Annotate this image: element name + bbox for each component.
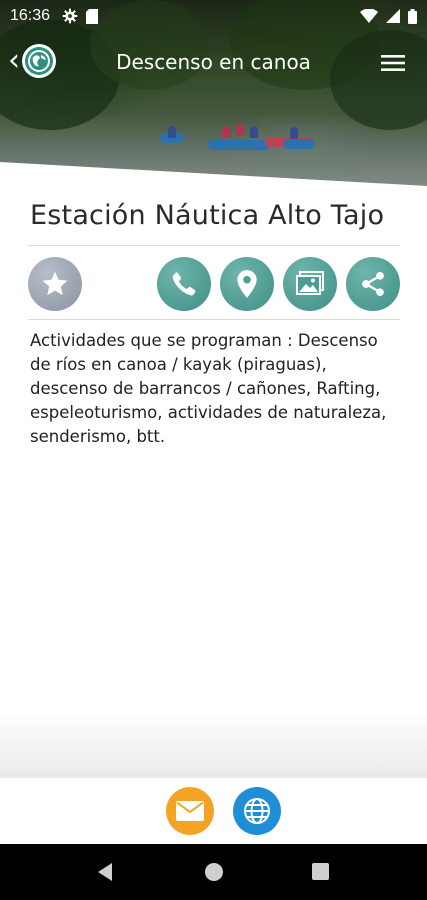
envelope-icon (176, 801, 204, 821)
divider (28, 245, 400, 246)
home-circle-icon[interactable] (205, 863, 223, 881)
battery-icon (408, 8, 417, 24)
map-pin-icon (237, 270, 257, 298)
page-title: Descenso en canoa (116, 50, 311, 74)
image-icon (296, 271, 324, 295)
navigation-bar (0, 844, 427, 900)
back-triangle-icon[interactable] (96, 862, 114, 882)
sd-card-icon (86, 8, 99, 24)
wifi-icon (360, 9, 378, 23)
menu-button[interactable] (381, 54, 405, 76)
place-title: Estación Náutica Alto Tajo (30, 200, 385, 231)
star-icon (42, 271, 68, 296)
phone-icon (172, 272, 196, 296)
globe-icon (244, 798, 270, 824)
signal-icon (386, 9, 400, 23)
favorite-button[interactable] (28, 257, 82, 311)
hamburger-menu-icon (381, 55, 405, 71)
share-icon (362, 271, 384, 297)
website-button[interactable] (233, 787, 281, 835)
share-button[interactable] (346, 257, 400, 311)
location-button[interactable] (220, 257, 274, 311)
recents-square-icon[interactable] (312, 863, 329, 880)
email-button[interactable] (166, 787, 214, 835)
status-time: 16:36 (10, 7, 51, 24)
app-bar: ‹ Descenso en canoa (0, 40, 427, 86)
place-description: Actividades que se programan : Descenso … (30, 331, 387, 446)
footer-shadow (0, 710, 427, 778)
divider (28, 319, 400, 320)
gallery-button[interactable] (283, 257, 337, 311)
status-bar: 16:36 (0, 0, 427, 32)
gear-icon (62, 8, 78, 24)
call-button[interactable] (157, 257, 211, 311)
